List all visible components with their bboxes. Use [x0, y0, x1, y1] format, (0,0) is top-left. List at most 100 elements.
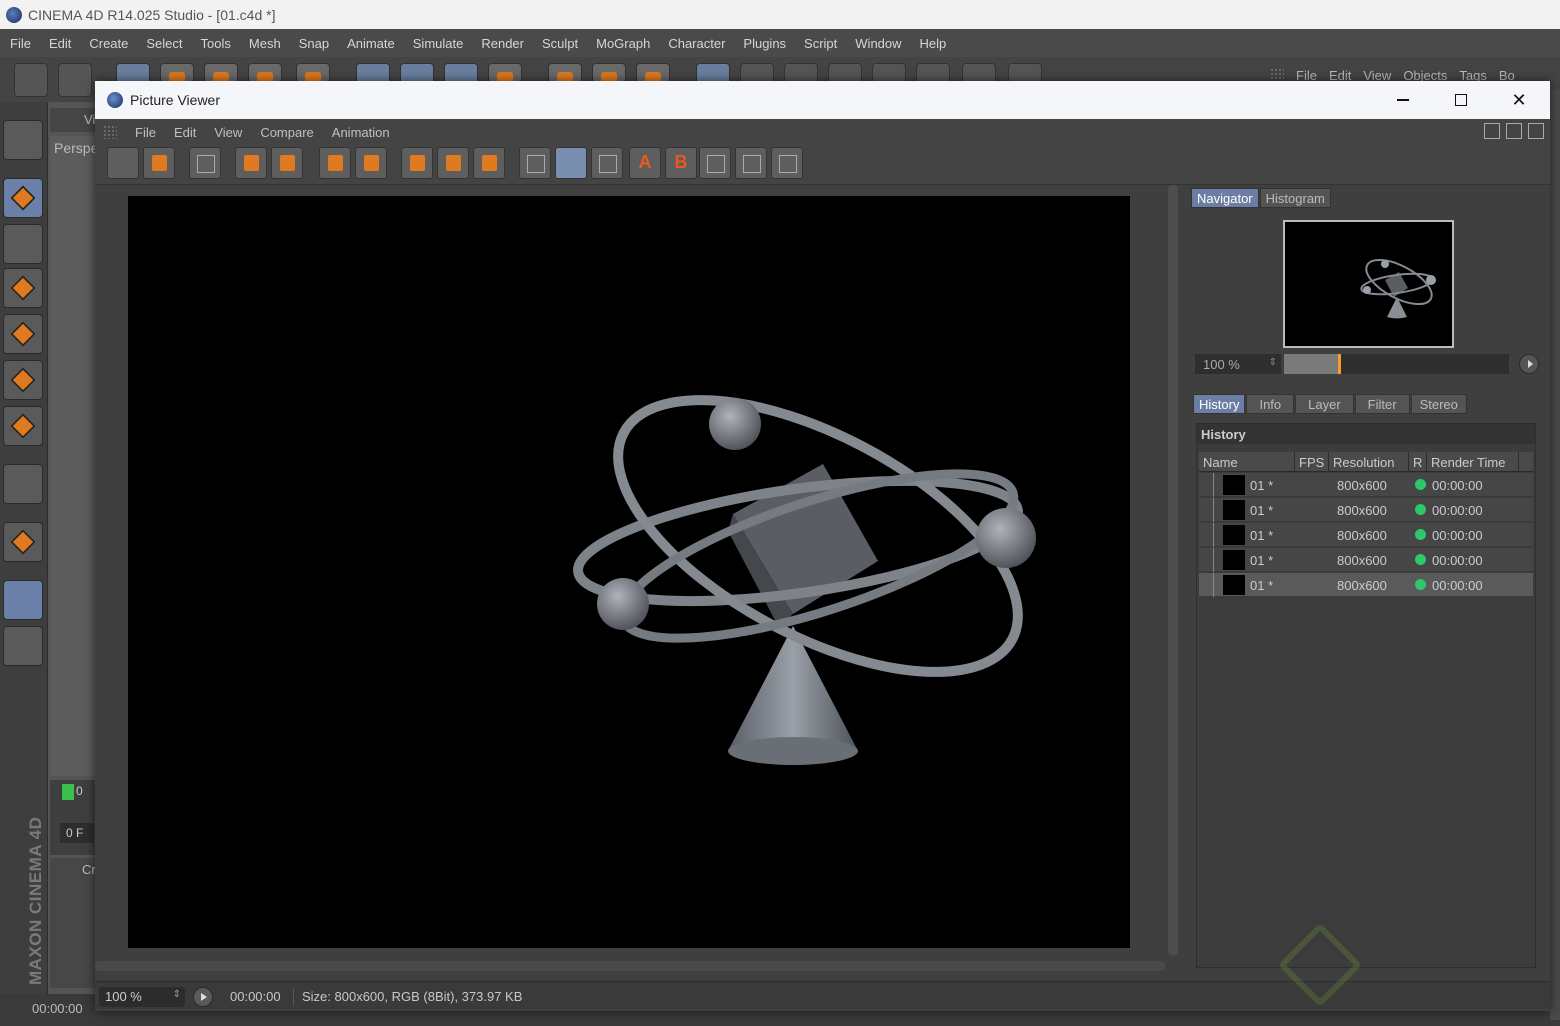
- history-heading: History: [1197, 424, 1535, 444]
- render-canvas[interactable]: [128, 196, 1130, 948]
- history-row[interactable]: 01 * 800x600 00:00:00: [1199, 548, 1533, 572]
- navigator-play-button[interactable]: [1519, 354, 1539, 374]
- open-file-icon[interactable]: [107, 147, 139, 179]
- axis-mode-icon[interactable]: [3, 464, 43, 504]
- delete-image-icon[interactable]: [319, 147, 351, 179]
- ab-vertical-icon[interactable]: [771, 147, 803, 179]
- tab-histogram[interactable]: Histogram: [1259, 188, 1331, 208]
- menu-mograph[interactable]: MoGraph: [596, 36, 650, 51]
- clapper-icon[interactable]: [189, 147, 221, 179]
- horizontal-scrollbar[interactable]: [95, 961, 1165, 971]
- tab-layer[interactable]: Layer: [1295, 394, 1354, 414]
- col-fps[interactable]: FPS: [1295, 452, 1329, 472]
- history-row-resolution: 800x600: [1337, 503, 1387, 518]
- edges-mode-icon[interactable]: [3, 360, 43, 400]
- region-render-icon[interactable]: [401, 147, 433, 179]
- polygons-mode-icon[interactable]: [3, 406, 43, 446]
- history-row-name: 01 *: [1250, 478, 1274, 493]
- pv-menu-animation[interactable]: Animation: [332, 125, 390, 140]
- workplane-icon[interactable]: [3, 120, 43, 160]
- menu-render[interactable]: Render: [481, 36, 524, 51]
- menu-simulate[interactable]: Simulate: [413, 36, 464, 51]
- pv-menu-compare[interactable]: Compare: [260, 125, 313, 140]
- menu-window[interactable]: Window: [855, 36, 901, 51]
- vertical-scrollbar[interactable]: [1168, 185, 1178, 955]
- picture-viewer-titlebar[interactable]: Picture Viewer ✕: [95, 81, 1550, 119]
- history-row[interactable]: 01 * 800x600 00:00:00: [1199, 498, 1533, 522]
- menu-character[interactable]: Character: [668, 36, 725, 51]
- menu-snap[interactable]: Snap: [299, 36, 329, 51]
- picture-viewer-title: Picture Viewer: [130, 92, 221, 108]
- set-as-a-icon[interactable]: A: [629, 147, 661, 179]
- history-row[interactable]: 01 * 800x600 00:00:00: [1199, 473, 1533, 497]
- cinema4d-logo-icon: [6, 6, 22, 23]
- ab-horizontal-icon[interactable]: [735, 147, 767, 179]
- history-row-resolution: 800x600: [1337, 578, 1387, 593]
- minimize-button[interactable]: [1380, 81, 1426, 119]
- col-r[interactable]: R: [1409, 452, 1427, 472]
- redo-icon[interactable]: [58, 63, 92, 97]
- snap-magnet-icon[interactable]: [3, 522, 43, 562]
- history-row[interactable]: 01 * 800x600 00:00:00: [1199, 573, 1533, 597]
- play-button[interactable]: [193, 987, 213, 1007]
- tab-history[interactable]: History: [1193, 394, 1246, 414]
- ab-split-icon[interactable]: [555, 147, 587, 179]
- grip-icon[interactable]: [1270, 68, 1284, 82]
- pv-menu-view[interactable]: View: [214, 125, 242, 140]
- move-panel-icon[interactable]: [1528, 123, 1544, 139]
- model-mode-icon[interactable]: [3, 178, 43, 218]
- render-channel-icon[interactable]: [473, 147, 505, 179]
- remove-all-images-icon[interactable]: [355, 147, 387, 179]
- menu-edit[interactable]: Edit: [49, 36, 71, 51]
- workplane-mode-icon[interactable]: [3, 268, 43, 308]
- menu-plugins[interactable]: Plugins: [743, 36, 786, 51]
- points-mode-icon[interactable]: [3, 314, 43, 354]
- tab-navigator[interactable]: Navigator: [1191, 188, 1259, 208]
- maximize-button[interactable]: [1438, 81, 1484, 119]
- menu-create[interactable]: Create: [89, 36, 128, 51]
- pv-menu-file[interactable]: File: [135, 125, 156, 140]
- set-as-b-icon[interactable]: B: [665, 147, 697, 179]
- tab-filter[interactable]: Filter: [1354, 394, 1410, 414]
- menu-sculpt[interactable]: Sculpt: [542, 36, 578, 51]
- history-row[interactable]: 01 * 800x600 00:00:00: [1199, 523, 1533, 547]
- render-frame-icon[interactable]: [271, 147, 303, 179]
- menu-mesh[interactable]: Mesh: [249, 36, 281, 51]
- col-resolution[interactable]: Resolution: [1329, 452, 1409, 472]
- ab-compare-icon[interactable]: [519, 147, 551, 179]
- texture-mode-icon[interactable]: [3, 224, 43, 264]
- current-frame-field[interactable]: 0 F: [60, 823, 94, 843]
- perspective-viewport[interactable]: [50, 136, 95, 776]
- col-render-time[interactable]: Render Time: [1427, 452, 1519, 472]
- new-panel-icon[interactable]: [1506, 123, 1522, 139]
- timeline-playhead[interactable]: [62, 784, 74, 800]
- show-region-icon[interactable]: [437, 147, 469, 179]
- toggle-panel-icon[interactable]: [1484, 123, 1500, 139]
- save-as-icon[interactable]: [143, 147, 175, 179]
- menu-tools[interactable]: Tools: [201, 36, 231, 51]
- pv-menu-edit[interactable]: Edit: [174, 125, 196, 140]
- locked-workplane-icon[interactable]: [3, 580, 43, 620]
- render-to-viewer-icon[interactable]: [235, 147, 267, 179]
- menu-help[interactable]: Help: [920, 36, 947, 51]
- grip-icon[interactable]: [103, 125, 117, 139]
- tab-stereo[interactable]: Stereo: [1410, 394, 1467, 414]
- menu-script[interactable]: Script: [804, 36, 837, 51]
- tab-info[interactable]: Info: [1246, 394, 1295, 414]
- navigator-zoom-slider-handle[interactable]: [1338, 354, 1341, 374]
- navigator-zoom-field[interactable]: 100 %: [1195, 354, 1281, 374]
- menu-select[interactable]: Select: [146, 36, 182, 51]
- maxon-cinema4d-brand: MAXON CINEMA 4D: [26, 816, 45, 985]
- planar-workplane-icon[interactable]: [3, 626, 43, 666]
- viewport-menu[interactable]: Vi: [50, 108, 95, 132]
- undo-icon[interactable]: [14, 63, 48, 97]
- ab-difference-icon[interactable]: [699, 147, 731, 179]
- ab-swap-icon[interactable]: [591, 147, 623, 179]
- navigator-thumbnail[interactable]: [1283, 220, 1454, 348]
- zoom-field[interactable]: 100 %: [99, 987, 185, 1007]
- col-name[interactable]: Name: [1199, 452, 1295, 472]
- history-row-resolution: 800x600: [1337, 553, 1387, 568]
- close-button[interactable]: ✕: [1496, 81, 1542, 119]
- menu-file[interactable]: File: [10, 36, 31, 51]
- menu-animate[interactable]: Animate: [347, 36, 395, 51]
